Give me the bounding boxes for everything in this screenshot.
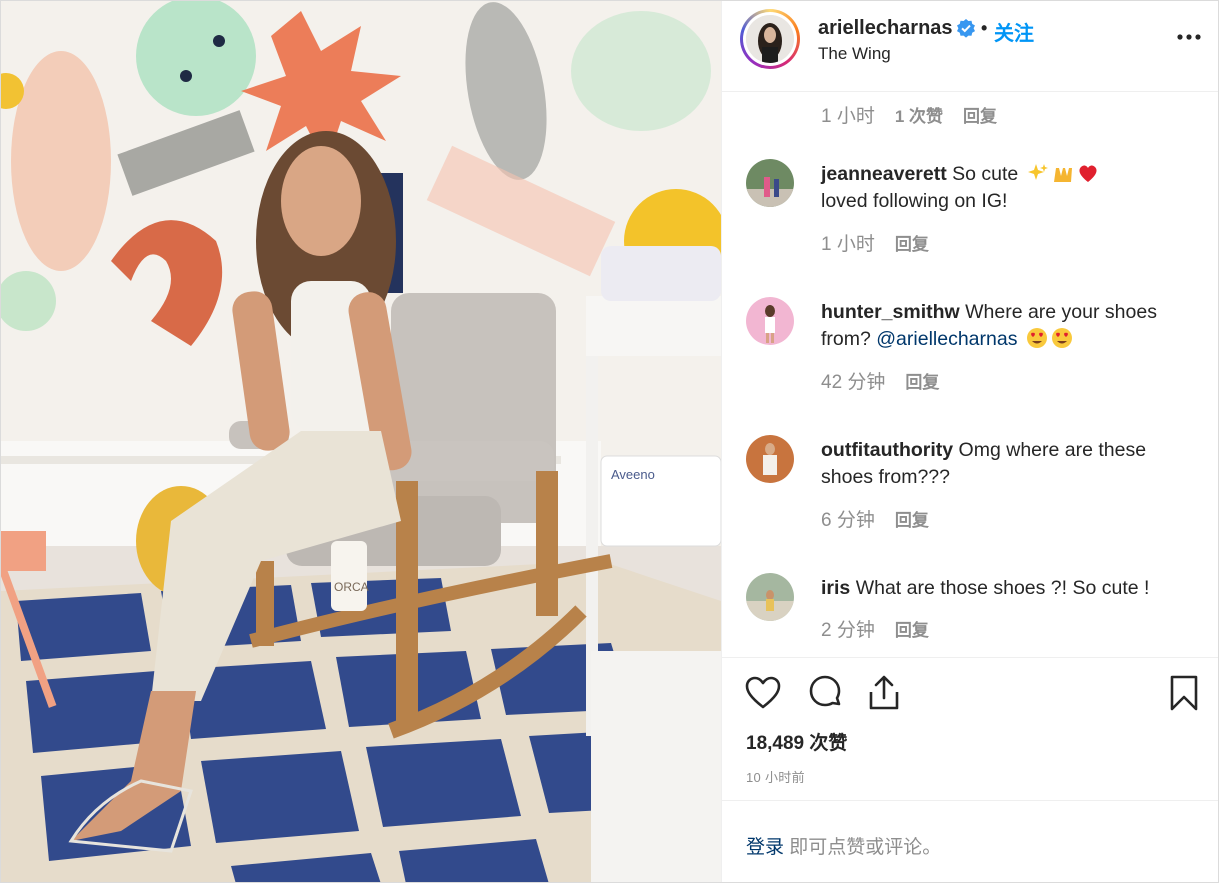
heart-eyes-emoji-icon (1051, 328, 1072, 348)
reply-button[interactable]: 回复 (895, 235, 929, 254)
comment-text: jeanneaverett So cute loved following on… (821, 161, 1201, 215)
commenter-avatar[interactable] (746, 573, 794, 621)
commenter-avatar-image (746, 159, 794, 207)
comment-time: 6 分钟 (821, 510, 875, 531)
comment-body-line2: loved following on IG! (821, 190, 1008, 212)
comment-body: What are those shoes ?! So cute ! (850, 577, 1150, 599)
comment-likes[interactable]: 1 次赞 (895, 107, 943, 126)
commenter-avatar[interactable] (746, 297, 794, 345)
comment-mention[interactable]: @ariellecharnas (876, 328, 1017, 350)
post-photo[interactable]: Aveeno ORCA (1, 1, 721, 882)
reply-button[interactable]: 回复 (905, 373, 939, 392)
commenter-avatar-image (746, 573, 794, 621)
share-icon[interactable] (865, 674, 903, 712)
caption-meta: 1 小时 1 次赞 回复 (821, 101, 1017, 128)
list-item: jeanneaverett So cute loved following on… (746, 159, 1206, 279)
reply-button[interactable]: 回复 (895, 511, 929, 530)
photo-illustration: Aveeno ORCA (1, 1, 721, 882)
heart-icon[interactable] (744, 674, 782, 712)
list-item: hunter_smithw Where are your shoes from?… (746, 297, 1206, 417)
comment-text: hunter_smithw Where are your shoes from?… (821, 299, 1201, 353)
author-username[interactable]: ariellecharnas (818, 17, 953, 40)
list-item: iris What are those shoes ?! So cute ! 2… (746, 573, 1206, 657)
comment-meta: 2 分钟 回复 (821, 615, 949, 642)
commenter-avatar[interactable] (746, 435, 794, 483)
comment-icon[interactable] (806, 674, 844, 712)
reply-button[interactable]: 回复 (895, 621, 929, 640)
svg-text:Aveeno: Aveeno (611, 467, 655, 482)
commenter-avatar-image (746, 297, 794, 345)
post-container: Aveeno ORCA ariellecharnas • 关注 The Wing… (0, 0, 1219, 883)
post-actions: 18,489 次赞 10 小时前 (722, 657, 1218, 800)
comment-meta: 42 分钟 回复 (821, 367, 959, 394)
follow-button[interactable]: 关注 (994, 17, 1034, 46)
verified-badge-icon (957, 19, 975, 38)
commenter-avatar-image (746, 435, 794, 483)
raising-hands-emoji-icon (1053, 168, 1072, 182)
post-location[interactable]: The Wing (818, 44, 891, 64)
more-options-icon[interactable] (1174, 27, 1204, 47)
comment-time: 1 小时 (821, 234, 875, 255)
header-separator: • (981, 18, 988, 38)
author-avatar-image (746, 15, 794, 63)
comment-username[interactable]: hunter_smithw (821, 301, 960, 323)
comment-time: 2 分钟 (821, 620, 875, 641)
comment-time: 1 小时 (821, 106, 875, 127)
red-heart-emoji-icon (1079, 165, 1097, 182)
comment-username[interactable]: jeanneaverett (821, 163, 947, 185)
comment-body: So cute (946, 163, 1024, 185)
heart-eyes-emoji-icon (1026, 328, 1047, 348)
sparkles-emoji-icon (1027, 164, 1048, 180)
comments-list[interactable]: 1 小时 1 次赞 回复 jeanneaverett So cute loved f… (722, 93, 1218, 657)
login-link[interactable]: 登录 (746, 837, 784, 858)
comment-meta: 1 小时 回复 (821, 229, 949, 256)
login-prompt-text: 登录 即可点赞或评论。 (746, 832, 941, 859)
comment-username[interactable]: iris (821, 577, 850, 599)
comment-text: iris What are those shoes ?! So cute ! (821, 575, 1201, 602)
list-item: outfitauthority Omg where are these shoe… (746, 435, 1206, 555)
post-side-panel: ariellecharnas • 关注 The Wing 1 小时 1 次赞 回复 (721, 1, 1218, 882)
commenter-avatar[interactable] (746, 159, 794, 207)
post-timestamp: 10 小时前 (746, 770, 805, 785)
post-header: ariellecharnas • 关注 The Wing (722, 1, 1218, 92)
login-prompt-rest: 即可点赞或评论。 (784, 837, 942, 858)
login-prompt: 登录 即可点赞或评论。 (722, 800, 1218, 882)
comment-text: outfitauthority Omg where are these shoe… (821, 437, 1201, 491)
comment-username[interactable]: outfitauthority (821, 439, 953, 461)
author-avatar[interactable] (740, 9, 800, 69)
comment-meta: 6 分钟 回复 (821, 505, 949, 532)
reply-button[interactable]: 回复 (963, 107, 997, 126)
svg-text:ORCA: ORCA (334, 580, 369, 594)
bookmark-icon[interactable] (1165, 674, 1203, 712)
like-count[interactable]: 18,489 次赞 (746, 728, 847, 755)
comment-time: 42 分钟 (821, 372, 886, 393)
